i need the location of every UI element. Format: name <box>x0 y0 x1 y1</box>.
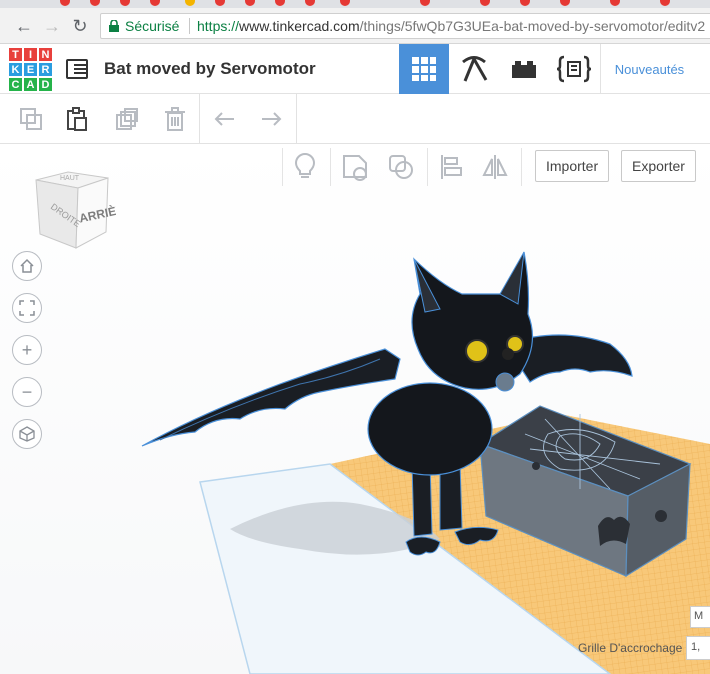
address-bar[interactable]: Sécurisé https://www.tinkercad.com/thing… <box>100 13 710 39</box>
tab-favicon[interactable] <box>150 0 160 6</box>
lock-icon <box>109 20 119 32</box>
tab-favicon[interactable] <box>120 0 130 6</box>
logo-letter: R <box>38 62 53 77</box>
bat-nose <box>502 348 514 360</box>
tab-favicon[interactable] <box>245 0 255 6</box>
tab-favicon[interactable] <box>610 0 620 6</box>
tinkercad-logo[interactable]: TINKERCAD <box>8 47 53 92</box>
redo-icon[interactable] <box>256 104 286 134</box>
tab-favicon[interactable] <box>420 0 430 6</box>
code-brackets-icon <box>556 55 592 83</box>
logo-letter: C <box>8 77 23 92</box>
bat-left-eye <box>465 339 489 363</box>
scene-canvas[interactable] <box>0 144 710 674</box>
toolbar-divider <box>199 94 200 144</box>
tab-codeblocks[interactable] <box>449 44 499 94</box>
url-protocol: https:// <box>197 18 240 34</box>
servo-horn <box>495 372 515 392</box>
logo-letter: I <box>23 47 38 62</box>
tab-favicon[interactable] <box>560 0 570 6</box>
tab-favicon[interactable] <box>60 0 70 6</box>
tab-favicon[interactable] <box>185 0 195 6</box>
tab-favicon[interactable] <box>90 0 100 6</box>
logo-letter: D <box>38 77 53 92</box>
url-path: /things/5fwQb7G3UEa-bat-moved-by-servomo… <box>359 18 706 34</box>
address-separator <box>189 18 190 34</box>
tab-favicon[interactable] <box>480 0 490 6</box>
brick-icon <box>512 61 536 78</box>
forward-icon[interactable]: → <box>42 16 62 36</box>
url-host: www.tinkercad.com <box>239 18 360 34</box>
reload-icon[interactable]: ↻ <box>70 16 90 36</box>
logo-letter: E <box>23 62 38 77</box>
url-text[interactable]: https://www.tinkercad.com/things/5fwQb7G… <box>197 14 705 38</box>
browser-tab-strip <box>0 0 710 8</box>
bat-left-wing[interactable] <box>141 348 401 447</box>
tab-favicon[interactable] <box>305 0 315 6</box>
duplicate-icon[interactable] <box>112 104 142 134</box>
paste-icon[interactable] <box>62 104 92 134</box>
logo-letter: K <box>8 62 23 77</box>
logo-letter: T <box>8 47 23 62</box>
3d-workspace[interactable]: Importer Exporter DROITE HAUT ARRIÈRE + … <box>0 144 710 674</box>
tab-favicon[interactable] <box>215 0 225 6</box>
snap-grid-select[interactable]: 1, <box>686 636 710 660</box>
app-header: TINKERCAD Bat moved by Servomotor Nouvea… <box>0 44 710 94</box>
bat-body[interactable] <box>367 382 493 476</box>
tab-favicon[interactable] <box>660 0 670 6</box>
tab-favicon[interactable] <box>275 0 285 6</box>
copy-icon[interactable] <box>16 104 46 134</box>
logo-letter: A <box>23 77 38 92</box>
secure-label: Sécurisé <box>125 18 180 34</box>
bat-head[interactable] <box>411 251 534 392</box>
logo-letter: N <box>38 47 53 62</box>
trash-icon[interactable] <box>160 104 190 134</box>
edit-grid-tab[interactable]: M <box>690 606 710 628</box>
news-button[interactable]: Nouveautés <box>600 44 698 94</box>
document-title[interactable]: Bat moved by Servomotor <box>104 59 316 79</box>
snap-grid-label: Grille D'accrochage <box>578 641 683 655</box>
design-list-icon[interactable] <box>66 59 88 79</box>
toolbar-divider <box>296 94 297 144</box>
grid-icon <box>412 57 436 81</box>
tab-bricks[interactable] <box>499 44 549 94</box>
tab-3d-design[interactable] <box>399 44 449 94</box>
tab-favicon[interactable] <box>340 0 350 6</box>
tab-favicon[interactable] <box>520 0 530 6</box>
tab-lessons[interactable] <box>549 44 599 94</box>
back-icon[interactable]: ← <box>14 16 34 36</box>
undo-icon[interactable] <box>210 104 240 134</box>
edit-toolbar <box>0 94 710 144</box>
pickaxe-icon <box>462 56 488 82</box>
browser-toolbar: ← → ↻ Sécurisé https://www.tinkercad.com… <box>0 8 710 44</box>
